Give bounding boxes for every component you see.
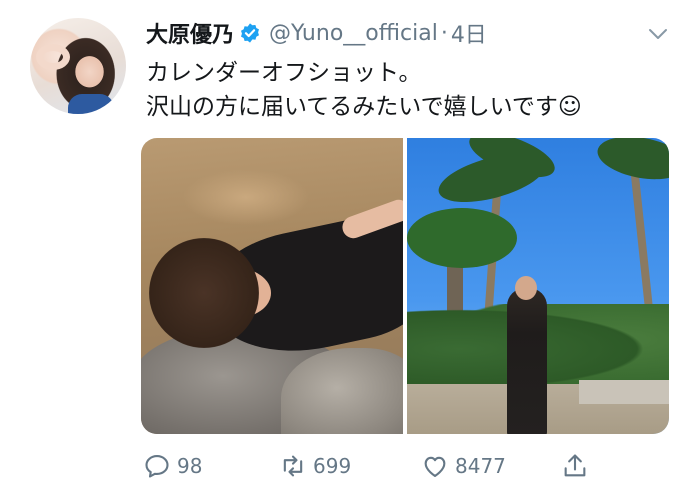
retweet-icon [283, 455, 303, 477]
avatar[interactable] [30, 18, 126, 114]
heart-icon [424, 456, 446, 477]
tweet-card[interactable]: 大原優乃 @Yuno__official · 4日 カレンダーオフショット。 沢… [0, 0, 700, 491]
retweet-count: 699 [313, 454, 352, 478]
avatar-hand-shape [36, 44, 70, 70]
separator-dot: · [440, 20, 448, 46]
photo-head-shape [515, 276, 537, 300]
media-grid [141, 138, 669, 434]
author-handle[interactable]: @Yuno__official [269, 21, 438, 46]
photo-figure-shape [507, 288, 547, 434]
retweet-button[interactable]: 699 [279, 448, 351, 484]
like-count: 8477 [455, 454, 506, 478]
photo-1[interactable] [141, 138, 403, 434]
share-button[interactable] [561, 448, 589, 484]
author-display-name[interactable]: 大原優乃 [146, 17, 234, 49]
photo-2[interactable] [407, 138, 669, 434]
tweet-timestamp[interactable]: 4日 [451, 17, 487, 49]
like-button[interactable]: 8477 [421, 448, 506, 484]
avatar-shirt-shape [68, 94, 114, 114]
tweet-actions: 98 699 8477 [141, 448, 611, 484]
photo-wall-shape [579, 380, 669, 404]
reply-count: 98 [177, 454, 203, 478]
tweet-text-line: 沢山の方に届いてるみたいで嬉しいです☺ [146, 94, 582, 120]
reply-button[interactable]: 98 [143, 448, 202, 484]
reply-icon [145, 455, 169, 478]
palm-trunk-shape [629, 157, 653, 309]
share-icon [564, 454, 586, 477]
tweet-text-line: カレンダーオフショット。 [146, 60, 422, 86]
palm-frond-shape [407, 208, 517, 268]
chevron-down-icon[interactable] [646, 22, 670, 46]
verified-badge-icon [241, 23, 259, 43]
tweet-header: 大原優乃 @Yuno__official · 4日 [146, 16, 670, 50]
photo-hair-shape [149, 238, 259, 348]
tweet-text: カレンダーオフショット。 沢山の方に届いてるみたいで嬉しいです☺ [146, 56, 666, 124]
